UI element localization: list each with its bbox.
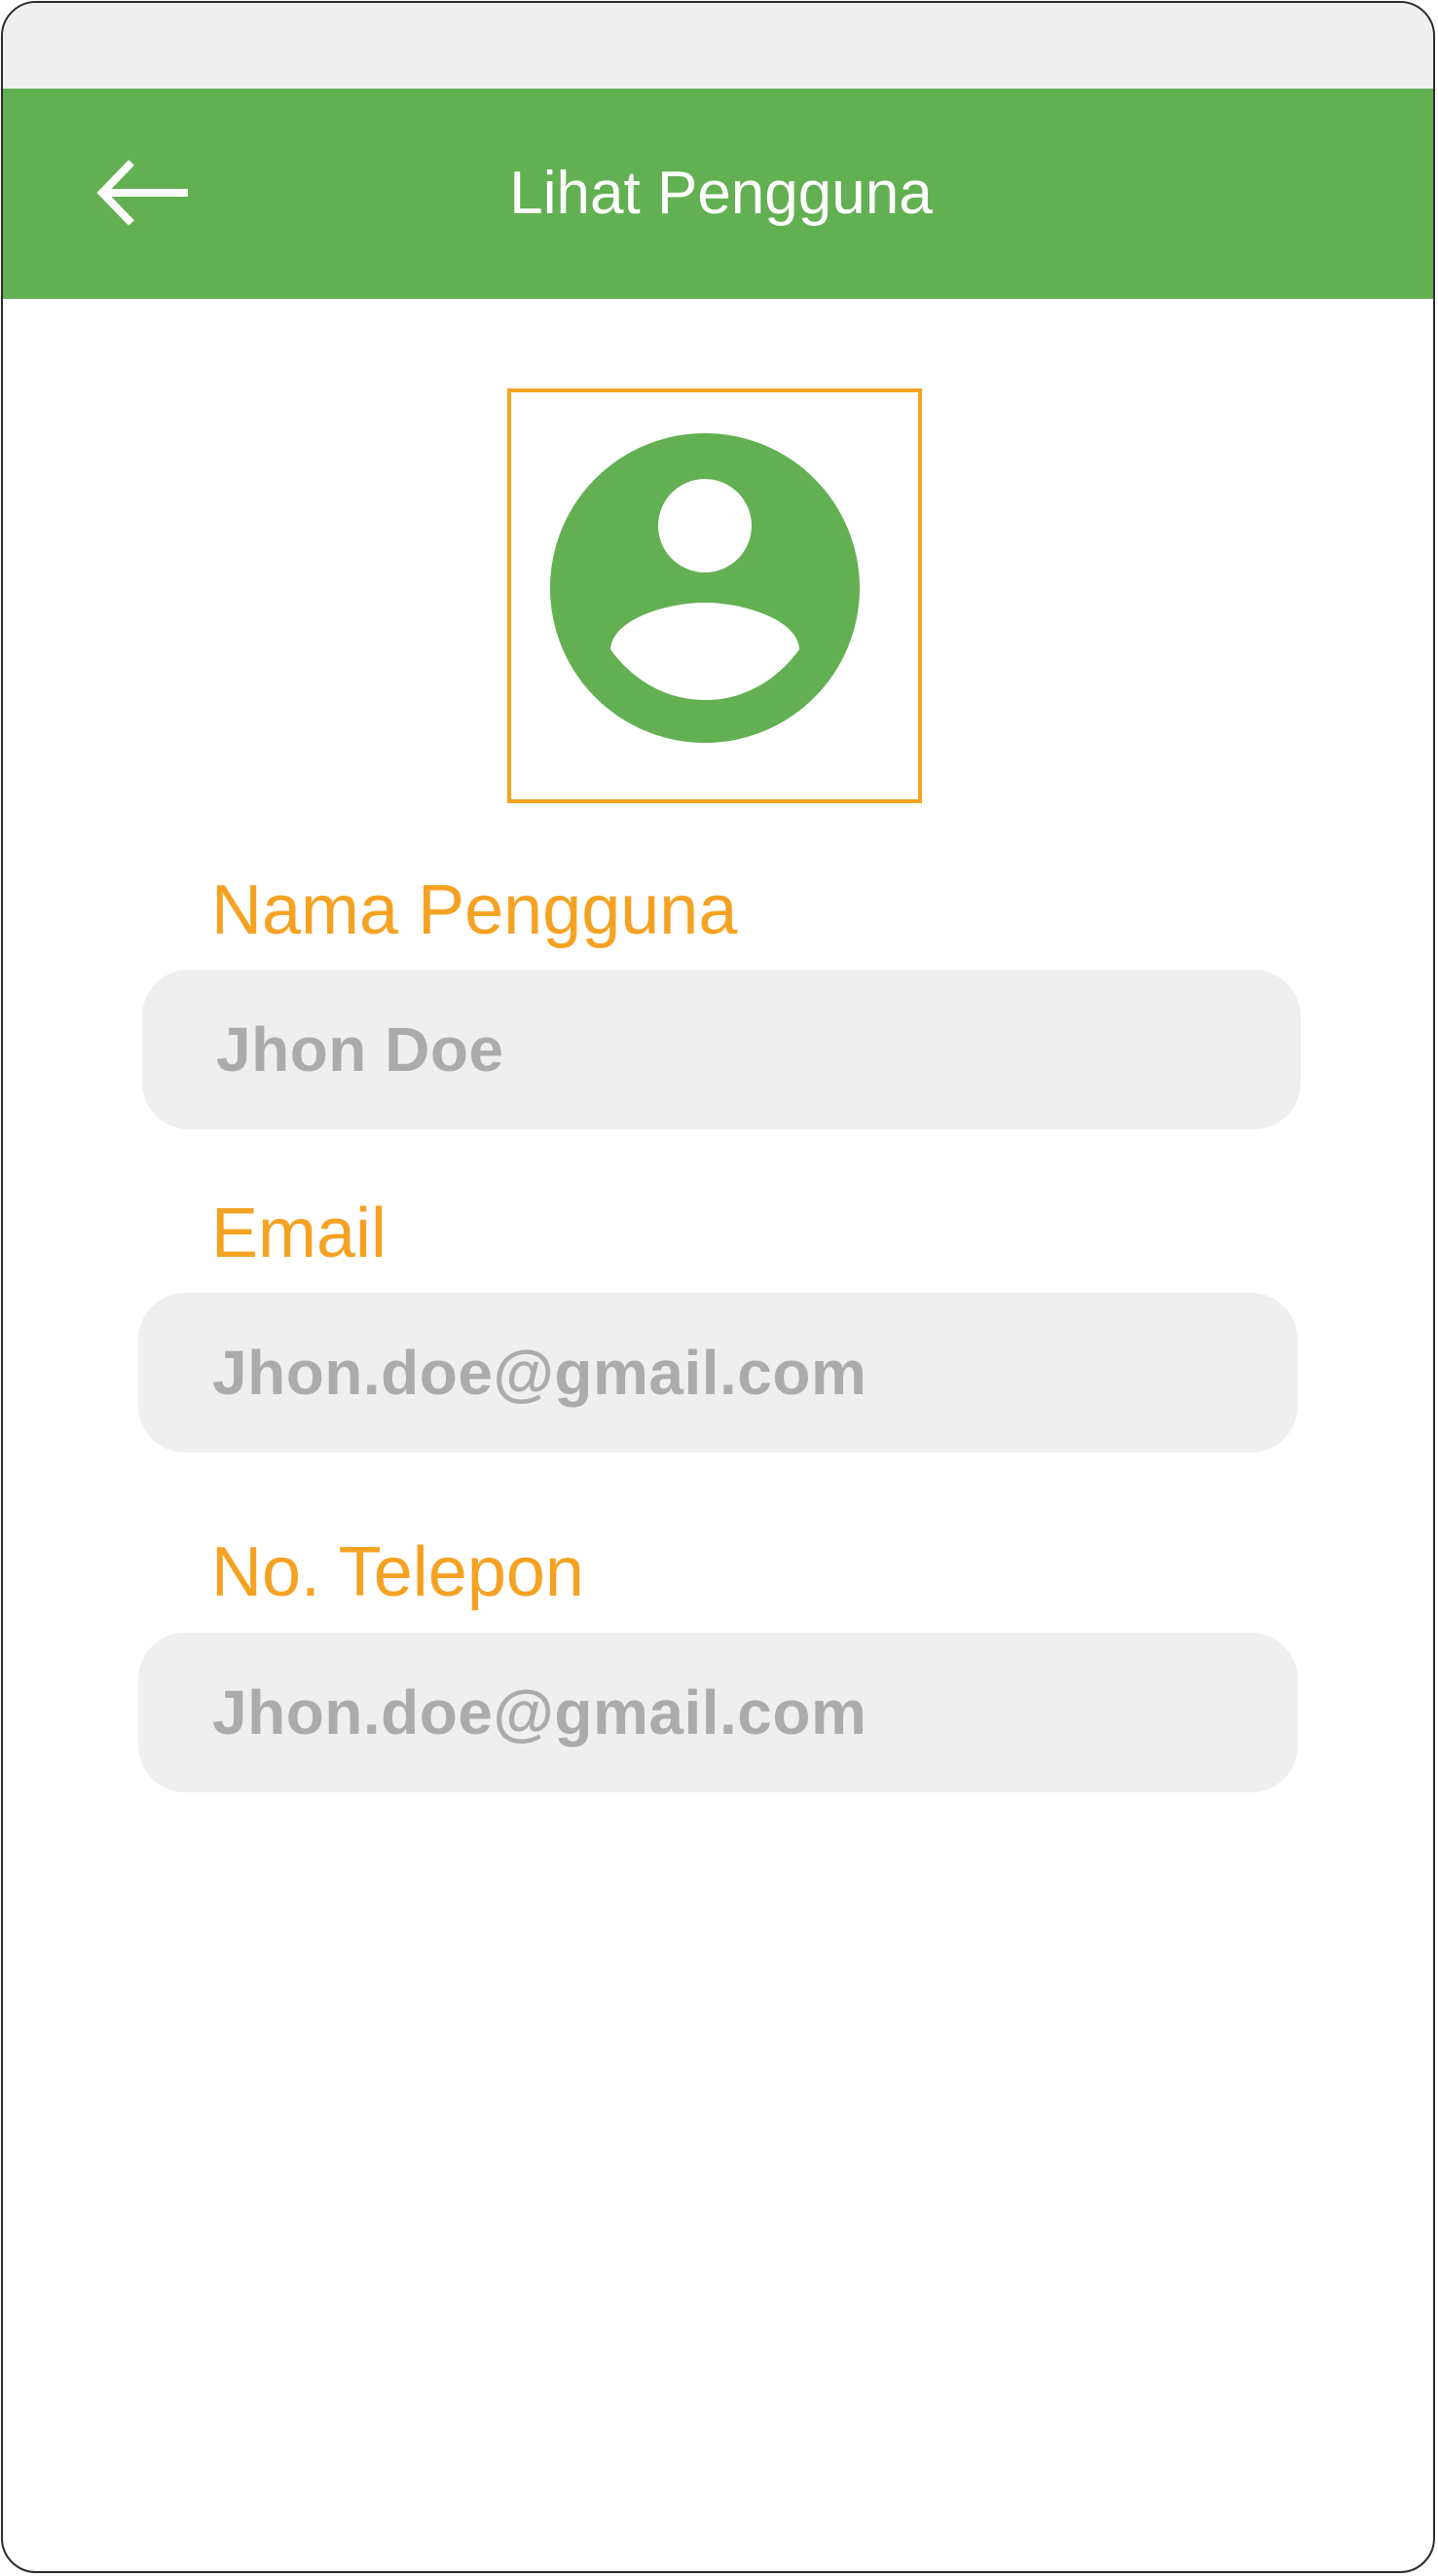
email-value: Jhon.doe@gmail.com <box>212 1338 867 1408</box>
arrow-left-icon <box>96 160 188 226</box>
username-value: Jhon Doe <box>216 1014 504 1085</box>
back-button[interactable] <box>85 139 202 246</box>
user-avatar-icon <box>550 433 860 743</box>
page-title-text: Lihat Pengguna <box>509 160 933 227</box>
username-label: Nama Pengguna <box>211 871 738 949</box>
avatar-frame[interactable] <box>507 388 922 803</box>
phone-label: No. Telepon <box>211 1533 584 1611</box>
email-field[interactable]: Jhon.doe@gmail.com <box>138 1293 1298 1453</box>
page-title: Lihat Pengguna <box>3 89 1433 299</box>
phone-frame: Lihat Pengguna Nama Pengguna Jhon Doe Em… <box>1 1 1435 2573</box>
phone-field[interactable]: Jhon.doe@gmail.com <box>138 1633 1298 1792</box>
username-field[interactable]: Jhon Doe <box>142 970 1301 1129</box>
status-bar <box>3 3 1433 89</box>
email-label: Email <box>211 1195 387 1272</box>
app-bar: Lihat Pengguna <box>3 89 1433 299</box>
phone-value: Jhon.doe@gmail.com <box>212 1677 867 1748</box>
